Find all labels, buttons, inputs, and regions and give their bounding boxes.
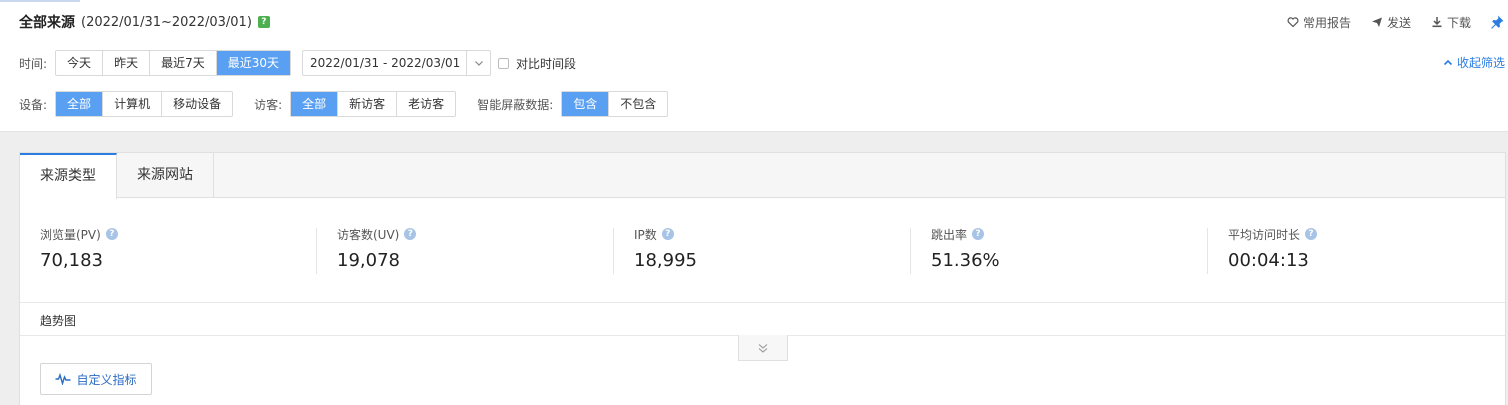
smart-option-exclude[interactable]: 不包含 — [609, 92, 667, 116]
visitor-label: 访客: — [254, 97, 283, 112]
metric-pv-value: 70,183 — [40, 250, 103, 271]
metric-pv-label: 浏览量(PV) — [40, 227, 101, 242]
help-icon[interactable]: ? — [257, 16, 270, 28]
pulse-icon — [55, 373, 71, 385]
metric-divider — [910, 228, 911, 274]
pin-icon[interactable] — [1489, 14, 1505, 30]
trend-header: 趋势图 — [20, 303, 1505, 336]
help-icon[interactable]: ? — [404, 228, 417, 240]
time-filter-row: 时间: 今天 昨天 最近7天 最近30天 2022/01/31 - 2022/0… — [19, 50, 576, 76]
metric-ip-value: 18,995 — [634, 250, 697, 271]
send-label: 发送 — [1386, 15, 1411, 30]
top-accent-bar — [0, 0, 80, 2]
tab-source-type[interactable]: 来源类型 — [20, 153, 117, 199]
smart-filter-segment: 包含 不包含 — [561, 91, 669, 117]
visitor-option-all[interactable]: 全部 — [291, 92, 339, 116]
custom-metrics-button[interactable]: 自定义指标 — [40, 363, 152, 395]
metric-bounce-label: 跳出率 — [931, 227, 968, 242]
tab-source-site[interactable]: 来源网站 — [117, 153, 214, 198]
visitor-segment: 全部 新访客 老访客 — [290, 91, 457, 117]
download-icon — [1432, 17, 1442, 28]
send-button[interactable]: 发送 — [1371, 14, 1411, 31]
download-button[interactable]: 下载 — [1431, 14, 1471, 31]
visitor-option-returning[interactable]: 老访客 — [397, 92, 455, 116]
date-range-value: 2022/01/31 - 2022/03/01 — [310, 56, 461, 70]
metrics-row: 浏览量(PV)? 70,183 访客数(UV)? 19,078 IP数? 18,… — [20, 198, 1505, 303]
double-chevron-down-icon — [758, 343, 768, 353]
compare-period-toggle[interactable]: 对比时间段 — [498, 55, 576, 72]
help-icon[interactable]: ? — [661, 228, 674, 240]
metric-divider — [1207, 228, 1208, 274]
metric-ip: IP数? 18,995 — [634, 226, 697, 278]
report-panel: 来源类型 来源网站 浏览量(PV)? 70,183 访客数(UV)? 19,07… — [19, 152, 1506, 405]
device-filter-row: 设备: 全部 计算机 移动设备 访客: 全部 新访客 老访客 智能屏蔽数据: 包… — [19, 91, 669, 117]
expand-chart-button[interactable] — [738, 335, 788, 361]
favorite-report-button[interactable]: 常用报告 — [1287, 14, 1351, 31]
metric-avg-duration: 平均访问时长? 00:04:13 — [1228, 226, 1318, 278]
metric-bounce-value: 51.36% — [931, 250, 1000, 271]
compare-checkbox[interactable] — [498, 57, 509, 69]
time-option-last30[interactable]: 最近30天 — [216, 51, 290, 75]
date-range-picker[interactable]: 2022/01/31 - 2022/03/01 — [302, 50, 491, 76]
time-option-yesterday[interactable]: 昨天 — [103, 51, 151, 75]
smart-filter-label: 智能屏蔽数据: — [477, 97, 554, 112]
page-title: 全部来源 — [19, 15, 75, 31]
favorite-report-label: 常用报告 — [1302, 15, 1351, 30]
metric-ip-label: IP数 — [634, 227, 657, 242]
metric-bounce-rate: 跳出率? 51.36% — [931, 226, 1000, 278]
tab-bar: 来源类型 来源网站 — [20, 153, 1505, 199]
help-icon[interactable]: ? — [105, 228, 118, 240]
metric-divider — [613, 228, 614, 274]
metric-divider — [316, 228, 317, 274]
header-actions: 常用报告 发送 下载 — [1267, 13, 1508, 31]
device-option-computer[interactable]: 计算机 — [103, 92, 163, 116]
trend-title: 趋势图 — [40, 314, 77, 328]
device-label: 设备: — [19, 97, 48, 112]
heart-icon — [1287, 17, 1299, 28]
download-label: 下载 — [1446, 15, 1471, 30]
visitor-option-new[interactable]: 新访客 — [338, 92, 398, 116]
time-label: 时间: — [19, 56, 48, 71]
device-option-all[interactable]: 全部 — [56, 92, 104, 116]
custom-metrics-label: 自定义指标 — [76, 372, 137, 387]
collapse-filter-link[interactable]: 收起筛选 — [1443, 54, 1505, 71]
metric-uv: 访客数(UV)? 19,078 — [337, 226, 417, 278]
time-option-last7[interactable]: 最近7天 — [150, 51, 217, 75]
filter-header: 全部来源 (2022/01/31~2022/03/01) ? 常用报告 发送 下… — [0, 0, 1508, 132]
title-row: 全部来源 (2022/01/31~2022/03/01) ? — [19, 13, 270, 31]
chevron-up-icon — [1443, 59, 1453, 65]
help-icon[interactable]: ? — [972, 228, 985, 240]
device-option-mobile[interactable]: 移动设备 — [162, 92, 232, 116]
metric-uv-value: 19,078 — [337, 250, 400, 271]
compare-label: 对比时间段 — [516, 56, 577, 71]
device-segment: 全部 计算机 移动设备 — [55, 91, 234, 117]
date-range-text: (2022/01/31~2022/03/01) — [81, 14, 252, 30]
collapse-filter-label: 收起筛选 — [1456, 56, 1505, 70]
help-icon[interactable]: ? — [1305, 228, 1318, 240]
metric-duration-value: 00:04:13 — [1228, 250, 1309, 271]
metric-pv: 浏览量(PV)? 70,183 — [40, 226, 118, 278]
time-segment: 今天 昨天 最近7天 最近30天 — [55, 50, 291, 76]
smart-option-include[interactable]: 包含 — [562, 92, 610, 116]
chevron-down-icon[interactable] — [466, 51, 490, 75]
metric-uv-label: 访客数(UV) — [337, 227, 400, 242]
send-icon — [1371, 17, 1382, 27]
metric-duration-label: 平均访问时长 — [1228, 227, 1301, 242]
time-option-today[interactable]: 今天 — [56, 51, 104, 75]
